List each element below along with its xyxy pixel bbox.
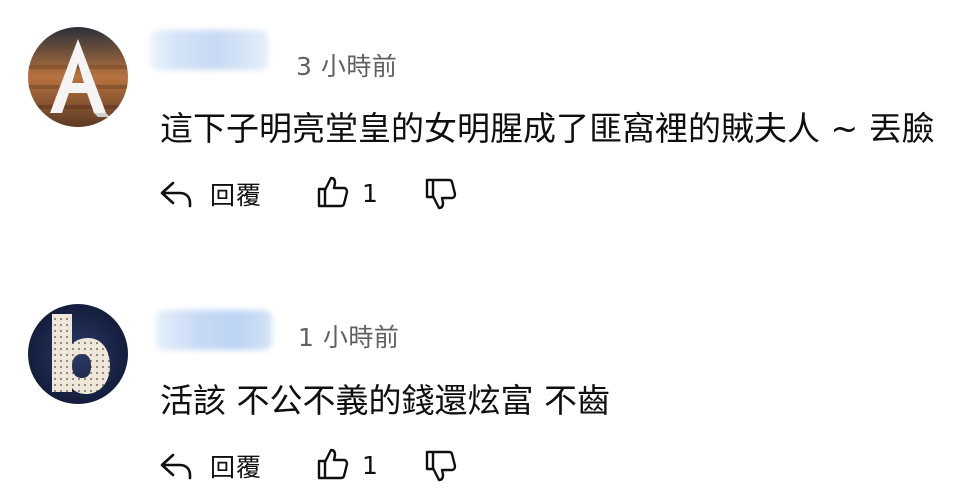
reply-button[interactable]: 回覆 [158,448,262,484]
avatar[interactable] [28,304,128,404]
like-count: 1 [362,451,378,480]
comment-1: 3 小時前 這下子明亮堂皇的女明腥成了匪窩裡的賊夫人 ~ 丟臉 回覆 1 [0,0,960,250]
comment-text: 這下子明亮堂皇的女明腥成了匪窩裡的賊夫人 ~ 丟臉 [160,109,935,148]
comment-timestamp[interactable]: 1 小時前 [298,318,399,354]
reply-label: 回覆 [210,453,263,482]
reply-arrow-icon [158,450,194,482]
reply-arrow-icon [158,178,194,210]
comment-text: 活該 不公不義的錢還炫富 不齒 [160,381,610,420]
reply-label: 回覆 [210,181,263,210]
thumbs-down-icon [424,449,458,483]
like-button[interactable] [316,175,350,209]
author-name-blurred[interactable] [150,30,268,70]
thumbs-down-icon [424,177,458,211]
dislike-button[interactable] [424,449,458,483]
like-button[interactable] [316,447,350,481]
reply-button[interactable]: 回覆 [158,176,262,212]
author-name-blurred[interactable] [156,310,272,350]
like-count: 1 [362,179,378,208]
comment-2: 1 小時前 活該 不公不義的錢還炫富 不齒 回覆 1 [0,250,960,501]
avatar[interactable] [28,27,128,127]
comment-timestamp[interactable]: 3 小時前 [296,47,397,83]
thumbs-up-icon [316,175,350,209]
dislike-button[interactable] [424,177,458,211]
thumbs-up-icon [316,447,350,481]
